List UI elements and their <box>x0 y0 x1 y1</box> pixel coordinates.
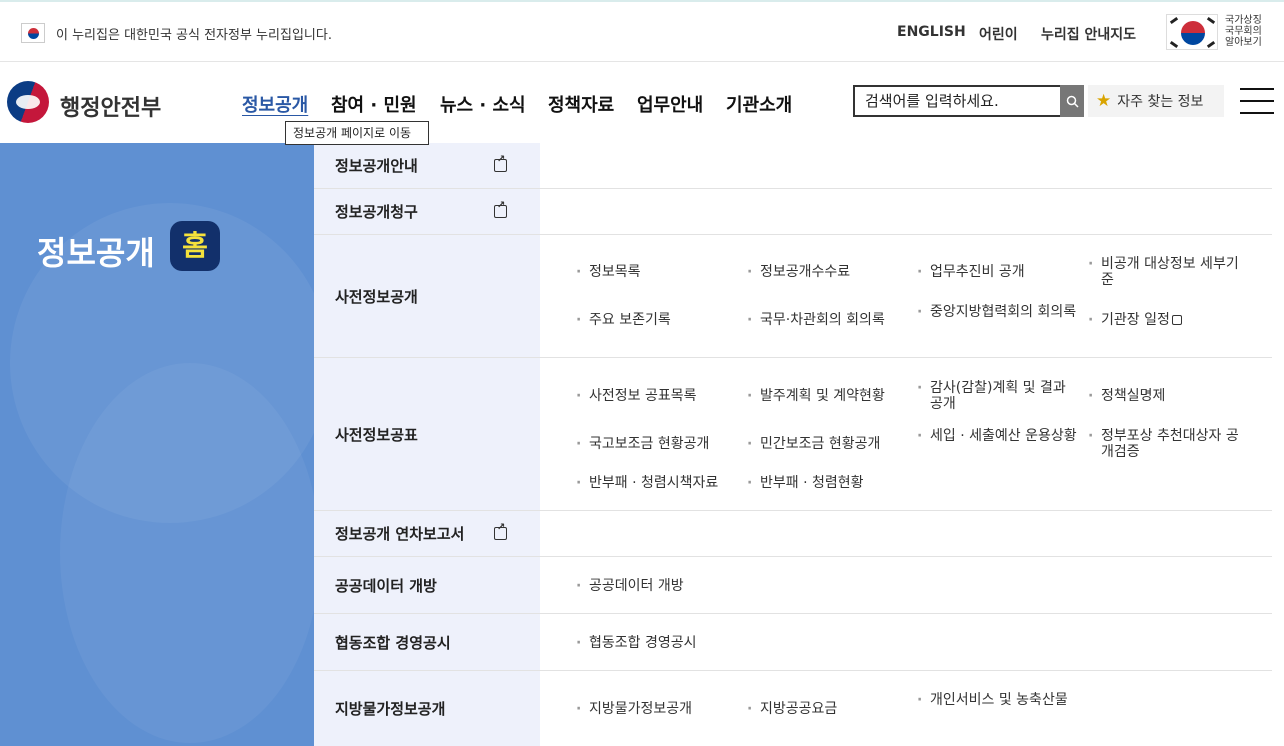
sitemap-link[interactable]: 누리집 안내지도 <box>1041 24 1136 44</box>
national-symbol-link[interactable]: 국가상징 국무회의 알아보기 <box>1166 14 1266 52</box>
sub-item[interactable]: 지방물가정보공개 <box>576 701 736 717</box>
menu-hamburger-button[interactable] <box>1240 88 1274 114</box>
menu-label-pre-announce[interactable]: 사전정보공표 <box>314 358 540 510</box>
sub-item[interactable]: 비공개 대상정보 세부기준 <box>1088 256 1248 288</box>
sub-item[interactable]: 정부포상 추천대상자 공개검증 <box>1088 428 1248 460</box>
menu-row: 공공데이터 개방 공공데이터 개방 <box>314 557 1272 614</box>
search-input[interactable] <box>855 87 1060 115</box>
menu-label-coop-disclosure[interactable]: 협동조합 경영공시 <box>314 614 540 670</box>
main-header: 행정안전부 정보공개 참여 · 민원 뉴스 · 소식 정책자료 업무안내 기관소… <box>0 63 1284 145</box>
menu-label-info-guide[interactable]: 정보공개안내 <box>314 143 540 188</box>
gnb-policy-data[interactable]: 정책자료 <box>548 91 614 117</box>
sub-item[interactable]: 업무추진비 공개 <box>917 264 1077 280</box>
menu-row: 정보공개안내 <box>314 143 1272 189</box>
sub-item[interactable]: 민간보조금 현황공개 <box>747 436 907 452</box>
gnb-work-guide[interactable]: 업무안내 <box>637 91 703 117</box>
external-link-icon <box>494 522 507 540</box>
sub-item[interactable]: 정보목록 <box>576 264 736 280</box>
menu-label-open-data[interactable]: 공공데이터 개방 <box>314 557 540 613</box>
gnb-info-disclosure[interactable]: 정보공개 <box>242 91 308 117</box>
sub-item[interactable]: 개인서비스 및 농축산물 <box>917 692 1077 708</box>
menu-row: 정보공개청구 <box>314 189 1272 235</box>
sub-item[interactable]: 지방공공요금 <box>747 701 907 717</box>
sub-item[interactable]: 감사(감찰)계획 및 결과공개 <box>917 380 1077 412</box>
ministry-logo-icon <box>7 81 49 123</box>
sub-item[interactable]: 사전정보 공표목록 <box>576 388 736 404</box>
sub-item[interactable]: 반부패 · 청렴시책자료 <box>576 475 736 491</box>
external-link-icon <box>494 154 507 172</box>
sub-item-ceo-schedule[interactable]: 기관장 일정 <box>1088 312 1248 328</box>
menu-row: 협동조합 경영공시 협동조합 경영공시 <box>314 614 1272 671</box>
logo-text: 행정안전부 <box>60 96 162 121</box>
external-link-icon <box>1171 315 1182 325</box>
menu-row: 사전정보공표 사전정보 공표목록 발주계획 및 계약현황 감사(감찰)계획 및 … <box>314 358 1272 511</box>
gov-notice[interactable]: 이 누리집은 대한민국 공식 전자정부 누리집입니다. <box>56 24 332 43</box>
menu-row: 정보공개 연차보고서 <box>314 511 1272 557</box>
top-utility-bar: 이 누리집은 대한민국 공식 전자정부 누리집입니다. ENGLISH 어린이 … <box>0 0 1284 62</box>
sub-item[interactable]: 공공데이터 개방 <box>576 578 736 594</box>
side-panel: 정보공개 홈 <box>0 143 314 746</box>
external-link-icon <box>494 200 507 218</box>
sub-item[interactable]: 국고보조금 현황공개 <box>576 436 736 452</box>
sub-item[interactable]: 세입 · 세출예산 운용상황 <box>917 428 1077 444</box>
english-link[interactable]: ENGLISH <box>897 24 966 40</box>
sub-item[interactable]: 발주계획 및 계약현황 <box>747 388 907 404</box>
sub-item[interactable]: 협동조합 경영공시 <box>576 635 736 651</box>
favorite-info-button[interactable]: ★ 자주 찾는 정보 <box>1088 85 1224 117</box>
tooltip: 정보공개 페이지로 이동 <box>285 121 429 145</box>
menu-label-pre-disclosure[interactable]: 사전정보공개 <box>314 235 540 357</box>
emblem-text: 국가상징 국무회의 알아보기 <box>1225 15 1262 48</box>
menu-label-annual-report[interactable]: 정보공개 연차보고서 <box>314 511 540 556</box>
gnb-news[interactable]: 뉴스 · 소식 <box>440 91 526 117</box>
sub-item[interactable]: 반부패 · 청렴현황 <box>747 475 907 491</box>
menu-row: 지방물가정보공개 지방물가정보공개 지방공공요금 개인서비스 및 농축산물 <box>314 671 1272 746</box>
kids-link[interactable]: 어린이 <box>979 24 1018 44</box>
search-button[interactable] <box>1060 85 1084 117</box>
menu-row: 사전정보공개 정보목록 정보공개수수료 업무추진비 공개 비공개 대상정보 세부… <box>314 235 1272 358</box>
sub-item[interactable]: 중앙지방협력회의 회의록 <box>917 304 1077 320</box>
mega-menu: 정보공개안내 정보공개청구 사전정보공개 정보목록 정보공개수수료 업무추진비 … <box>314 143 1284 746</box>
menu-label-info-request[interactable]: 정보공개청구 <box>314 189 540 234</box>
sub-item[interactable]: 국무·차관회의 회의록 <box>747 312 907 328</box>
star-icon: ★ <box>1096 91 1112 111</box>
korea-flag-icon <box>1166 14 1218 50</box>
home-badge[interactable]: 홈 <box>170 221 220 271</box>
korea-flag-icon <box>21 23 45 43</box>
gnb-about[interactable]: 기관소개 <box>726 91 792 117</box>
sub-item[interactable]: 정보공개수수료 <box>747 264 907 280</box>
menu-label-local-prices[interactable]: 지방물가정보공개 <box>314 671 540 746</box>
search-icon <box>1066 95 1079 108</box>
search-box <box>853 85 1084 117</box>
side-title: 정보공개 <box>37 234 155 272</box>
sub-item[interactable]: 정책실명제 <box>1088 388 1248 404</box>
gnb-participation[interactable]: 참여 · 민원 <box>331 91 417 117</box>
sub-item[interactable]: 주요 보존기록 <box>576 312 736 328</box>
